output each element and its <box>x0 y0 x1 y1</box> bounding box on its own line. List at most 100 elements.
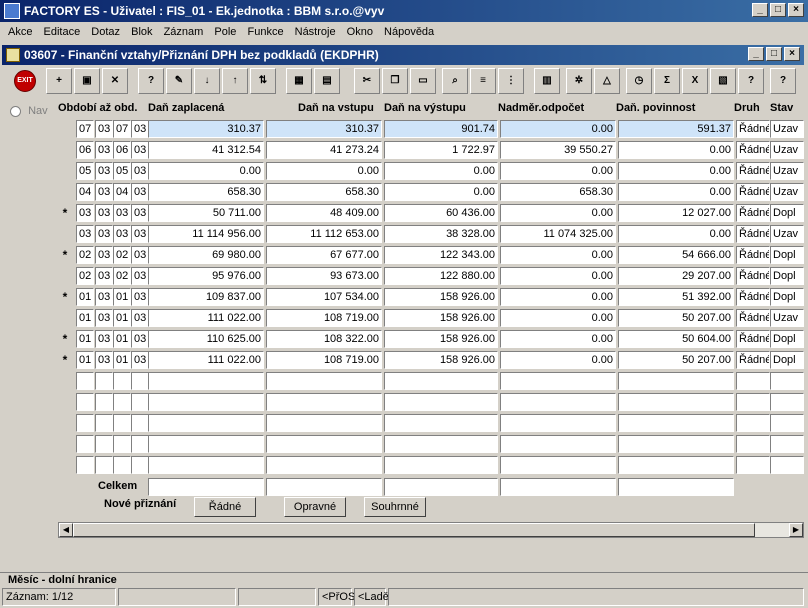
cell-m1[interactable]: 02 <box>76 246 94 264</box>
empty-cell[interactable] <box>95 372 113 390</box>
empty-cell[interactable] <box>76 393 94 411</box>
cell-kind[interactable]: Řádné <box>736 267 770 285</box>
exit-icon[interactable]: EXIT <box>14 70 36 92</box>
empty-cell[interactable] <box>148 435 264 453</box>
cell-output[interactable]: 0.00 <box>384 183 498 201</box>
cell-kind[interactable]: Řádné <box>736 141 770 159</box>
empty-cell[interactable] <box>384 435 498 453</box>
cell-liability[interactable]: 12 027.00 <box>618 204 734 222</box>
nav-option[interactable]: Nav <box>10 105 48 117</box>
menu-akce[interactable]: Akce <box>4 22 36 42</box>
cell-state[interactable]: Uzav <box>770 183 804 201</box>
empty-cell[interactable] <box>266 435 382 453</box>
cell-output[interactable]: 158 926.00 <box>384 288 498 306</box>
sort-asc-icon[interactable]: ↓ <box>194 68 220 94</box>
cell-output[interactable]: 122 880.00 <box>384 267 498 285</box>
cell-m2[interactable]: 01 <box>113 330 131 348</box>
menu-zaznam[interactable]: Záznam <box>160 22 208 42</box>
cell-kind[interactable]: Řádné <box>736 183 770 201</box>
empty-cell[interactable] <box>500 414 616 432</box>
empty-cell[interactable] <box>113 372 131 390</box>
cell-m1[interactable]: 01 <box>76 351 94 369</box>
cell-paid[interactable]: 111 022.00 <box>148 309 264 327</box>
horizontal-scrollbar[interactable]: ◀ ▶ <box>58 522 804 538</box>
cell-excess[interactable]: 658.30 <box>500 183 616 201</box>
cell-input[interactable]: 310.37 <box>266 120 382 138</box>
cell-y2[interactable]: 03 <box>131 183 149 201</box>
empty-cell[interactable] <box>736 456 770 474</box>
cell-m2[interactable]: 02 <box>113 267 131 285</box>
empty-cell[interactable] <box>266 393 382 411</box>
cell-y2[interactable]: 03 <box>131 267 149 285</box>
cell-input[interactable]: 67 677.00 <box>266 246 382 264</box>
cell-paid[interactable]: 95 976.00 <box>148 267 264 285</box>
cell-y2[interactable]: 03 <box>131 225 149 243</box>
empty-cell[interactable] <box>95 414 113 432</box>
menu-editace[interactable]: Editace <box>40 22 85 42</box>
empty-cell[interactable] <box>736 414 770 432</box>
cell-liability[interactable]: 54 666.00 <box>618 246 734 264</box>
cell-kind[interactable]: Řádné <box>736 162 770 180</box>
cell-state[interactable]: Dopl <box>770 330 804 348</box>
cell-kind[interactable]: Řádné <box>736 120 770 138</box>
cell-paid[interactable]: 110 625.00 <box>148 330 264 348</box>
empty-cell[interactable] <box>113 456 131 474</box>
empty-cell[interactable] <box>131 435 149 453</box>
cell-output[interactable]: 122 343.00 <box>384 246 498 264</box>
cell-input[interactable]: 108 322.00 <box>266 330 382 348</box>
empty-cell[interactable] <box>131 372 149 390</box>
cell-m2[interactable]: 04 <box>113 183 131 201</box>
cell-excess[interactable]: 11 074 325.00 <box>500 225 616 243</box>
cell-kind[interactable]: Řádné <box>736 225 770 243</box>
cell-input[interactable]: 11 112 653.00 <box>266 225 382 243</box>
cell-state[interactable]: Uzav <box>770 141 804 159</box>
cell-y1[interactable]: 03 <box>95 183 113 201</box>
empty-cell[interactable] <box>76 414 94 432</box>
cell-y2[interactable]: 03 <box>131 120 149 138</box>
close-button[interactable]: × <box>788 3 804 17</box>
empty-cell[interactable] <box>736 393 770 411</box>
cell-m1[interactable]: 03 <box>76 225 94 243</box>
cell-y1[interactable]: 03 <box>95 267 113 285</box>
cell-output[interactable]: 901.74 <box>384 120 498 138</box>
cell-excess[interactable]: 0.00 <box>500 162 616 180</box>
cell-m1[interactable]: 01 <box>76 330 94 348</box>
menu-okno[interactable]: Okno <box>343 22 377 42</box>
empty-cell[interactable] <box>266 372 382 390</box>
menu-napoveda[interactable]: Nápověda <box>380 22 438 42</box>
empty-cell[interactable] <box>384 456 498 474</box>
cell-liability[interactable]: 591.37 <box>618 120 734 138</box>
form-minimize-button[interactable]: _ <box>748 47 764 61</box>
cell-input[interactable]: 108 719.00 <box>266 351 382 369</box>
cell-paid[interactable]: 310.37 <box>148 120 264 138</box>
cell-m2[interactable]: 01 <box>113 351 131 369</box>
cell-paid[interactable]: 111 022.00 <box>148 351 264 369</box>
cell-output[interactable]: 1 722.97 <box>384 141 498 159</box>
excel-icon[interactable]: X <box>682 68 708 94</box>
cell-liability[interactable]: 0.00 <box>618 183 734 201</box>
cell-paid[interactable]: 109 837.00 <box>148 288 264 306</box>
empty-cell[interactable] <box>618 393 734 411</box>
empty-cell[interactable] <box>95 393 113 411</box>
cell-excess[interactable]: 39 550.27 <box>500 141 616 159</box>
menu-nastroje[interactable]: Nástroje <box>291 22 340 42</box>
empty-cell[interactable] <box>76 372 94 390</box>
cell-excess[interactable]: 0.00 <box>500 267 616 285</box>
cell-output[interactable]: 158 926.00 <box>384 330 498 348</box>
cell-excess[interactable]: 0.00 <box>500 288 616 306</box>
cell-input[interactable]: 93 673.00 <box>266 267 382 285</box>
summary-return-button[interactable]: Souhrnné <box>364 497 426 517</box>
cell-m1[interactable]: 03 <box>76 204 94 222</box>
cell-state[interactable]: Uzav <box>770 225 804 243</box>
cell-m2[interactable]: 01 <box>113 288 131 306</box>
minimize-button[interactable]: _ <box>752 3 768 17</box>
cell-paid[interactable]: 50 711.00 <box>148 204 264 222</box>
cell-y2[interactable]: 03 <box>131 351 149 369</box>
empty-cell[interactable] <box>95 435 113 453</box>
empty-cell[interactable] <box>266 414 382 432</box>
empty-cell[interactable] <box>113 414 131 432</box>
cell-excess[interactable]: 0.00 <box>500 120 616 138</box>
cell-liability[interactable]: 50 604.00 <box>618 330 734 348</box>
empty-cell[interactable] <box>131 393 149 411</box>
empty-cell[interactable] <box>500 372 616 390</box>
